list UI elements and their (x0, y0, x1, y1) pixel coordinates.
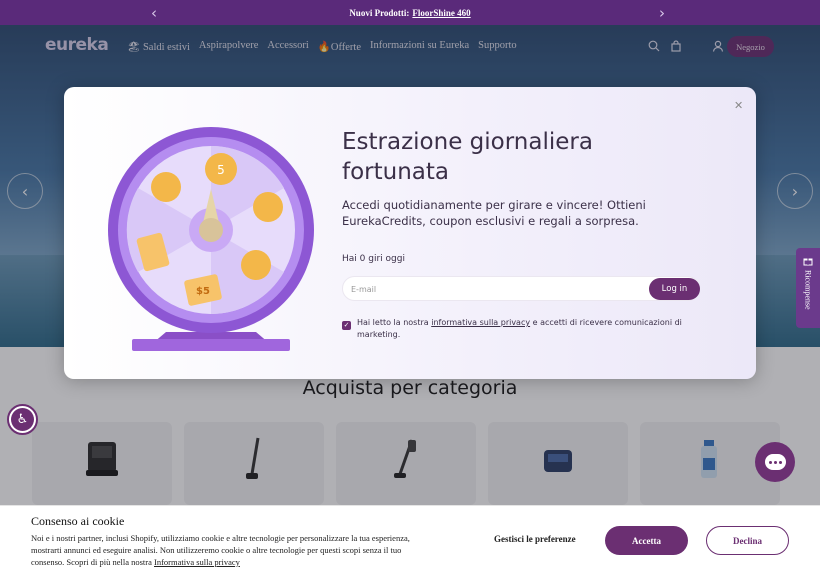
modal-title: Estrazione giornaliera fortunata (342, 129, 593, 185)
lucky-draw-modal: ✕ 5 $5 Estrazione giornaliera fortunata … (64, 87, 756, 379)
accessibility-icon: ♿ (11, 408, 34, 431)
prize-wheel: 5 $5 (108, 127, 314, 351)
email-input[interactable] (351, 280, 641, 298)
cookie-privacy-link[interactable]: Informativa sulla privacy (154, 557, 240, 567)
chevron-right-icon[interactable]: › (659, 4, 665, 22)
login-button[interactable]: Log in (649, 278, 700, 300)
cookie-title: Consenso ai cookie (31, 514, 125, 528)
chevron-left-icon[interactable]: ‹ (151, 4, 157, 22)
spins-count: Hai 0 giri oggi (342, 254, 405, 264)
consent-prefix: Hai letto la nostra (357, 318, 429, 327)
accessibility-button[interactable]: ♿ (7, 404, 38, 435)
announcement-prefix: Nuovi Prodotti: (349, 7, 410, 18)
chat-button[interactable] (755, 442, 795, 482)
privacy-link[interactable]: informativa sulla privacy (431, 318, 530, 327)
accept-button[interactable]: Accetta (605, 526, 688, 555)
consent-text: Hai letto la nostra informativa sulla pr… (357, 317, 692, 341)
close-icon[interactable]: ✕ (734, 99, 743, 112)
manage-preferences-button[interactable]: Gestisci le preferenze (494, 534, 576, 544)
cookie-banner: Consenso ai cookie Noi e i nostri partne… (0, 505, 820, 577)
cookie-text: Noi e i nostri partner, inclusi Shopify,… (31, 532, 411, 568)
decline-button[interactable]: Declina (706, 526, 789, 555)
modal-description: Accedi quotidianamente per girare e vinc… (342, 198, 646, 228)
consent-checkbox[interactable]: ✓ (342, 321, 351, 330)
chat-icon (764, 454, 786, 470)
wheel-coupon-label: $5 (196, 286, 210, 297)
gift-icon (803, 258, 813, 266)
announcement-link[interactable]: FloorShine 460 (412, 8, 470, 18)
wheel-coin-label: 5 (217, 163, 225, 177)
rewards-tab[interactable]: Ricompense (796, 248, 820, 328)
rewards-label: Ricompense (803, 270, 813, 310)
email-form: Log in (342, 276, 700, 301)
announcement-bar: ‹ Nuovi Prodotti: FloorShine 460 › (0, 0, 820, 25)
marketing-consent: ✓ Hai letto la nostra informativa sulla … (342, 317, 692, 341)
